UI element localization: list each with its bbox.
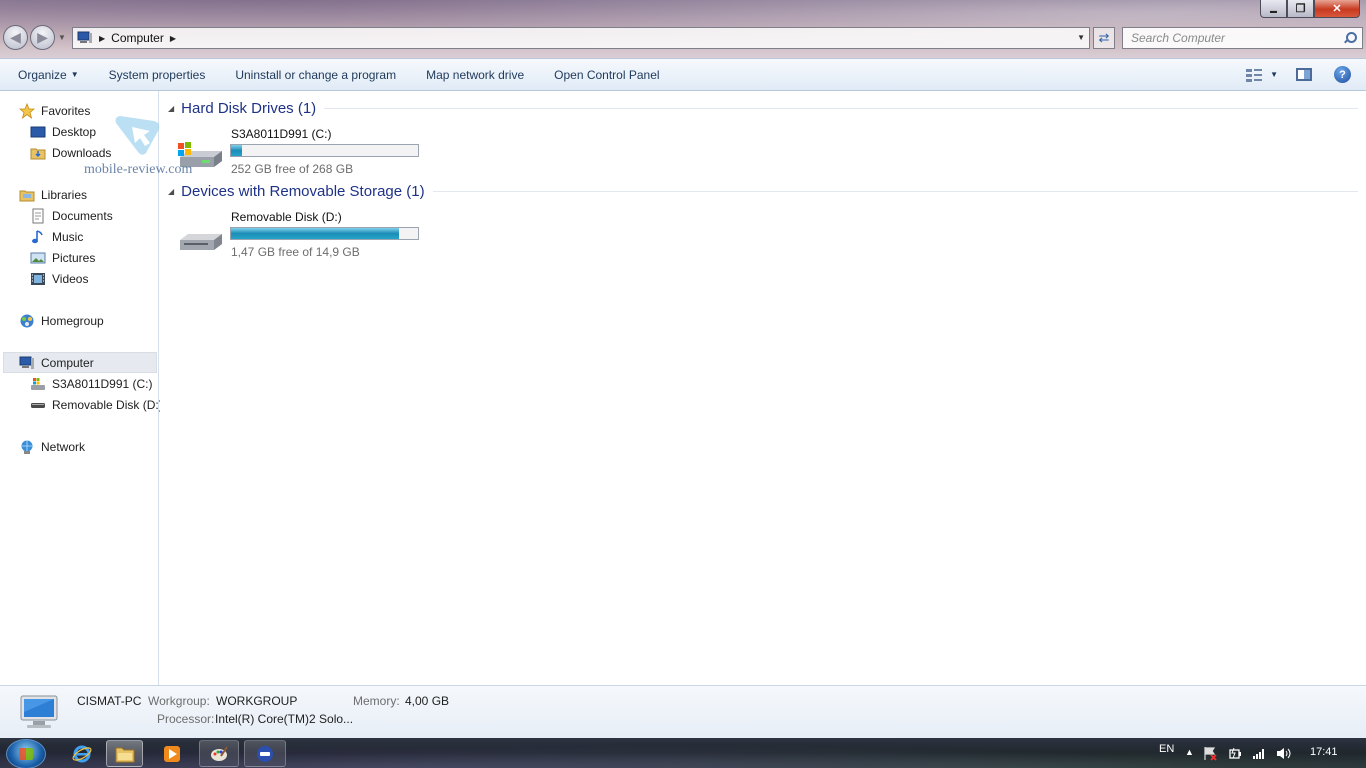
nav-favorites[interactable]: Favorites	[19, 100, 90, 121]
nav-libraries[interactable]: Libraries	[19, 184, 87, 205]
nav-downloads[interactable]: Downloads	[30, 142, 111, 163]
search-icon[interactable]	[1343, 31, 1357, 45]
group-divider	[324, 108, 1358, 109]
close-button[interactable]: ✕	[1314, 0, 1360, 18]
nav-network[interactable]: Network	[19, 436, 85, 457]
uninstall-program-button[interactable]: Uninstall or change a program	[220, 59, 411, 90]
command-bar: Organize ▼ System properties Uninstall or…	[0, 58, 1366, 91]
taskbar-windows-explorer[interactable]	[106, 740, 143, 767]
windows-drive-icon	[30, 376, 46, 392]
nav-documents[interactable]: Documents	[30, 205, 113, 226]
search-input[interactable]: Search Computer	[1122, 27, 1363, 49]
paint-icon	[211, 745, 228, 761]
address-dropdown[interactable]: ▼	[1077, 33, 1085, 42]
media-player-icon	[164, 745, 180, 762]
internet-explorer-icon	[72, 745, 92, 762]
group-hard-disk-drives[interactable]: ◢ Hard Disk Drives (1)	[168, 100, 1358, 117]
removable-drive-icon	[180, 234, 222, 250]
taskbar: EN ▲ 17:41	[0, 738, 1366, 768]
start-button[interactable]	[6, 739, 46, 768]
computer-icon	[19, 355, 35, 371]
taskbar-paint[interactable]	[199, 740, 239, 767]
address-bar[interactable]: ▶ Computer ▶ ▼	[72, 27, 1090, 49]
taskbar-media-player[interactable]	[152, 740, 192, 767]
breadcrumb-separator[interactable]: ▶	[170, 34, 176, 43]
nav-homegroup[interactable]: Homegroup	[19, 310, 104, 331]
star-icon	[19, 102, 35, 119]
view-tools: ▼ ?	[1246, 59, 1366, 90]
libraries-icon	[19, 187, 35, 203]
pictures-icon	[30, 250, 46, 266]
documents-icon	[30, 208, 46, 224]
system-tray: EN ▲ 17:41	[1146, 738, 1366, 768]
removable-drive-icon	[30, 397, 46, 413]
forward-button[interactable]: ▶	[30, 25, 55, 50]
language-indicator[interactable]: EN	[1159, 743, 1174, 755]
music-icon	[30, 229, 46, 245]
downloads-folder-icon	[30, 145, 46, 161]
breadcrumb-computer[interactable]: Computer	[111, 31, 164, 45]
signal-strength-icon[interactable]	[1252, 746, 1267, 761]
open-control-panel-button[interactable]: Open Control Panel	[539, 59, 674, 90]
usage-bar	[230, 227, 419, 240]
drive-tile[interactable]: S3A8011D991 (C:) 252 GB free of 268 GB	[176, 125, 436, 179]
refresh-icon: ⇄	[1098, 30, 1110, 45]
collapse-triangle-icon[interactable]: ◢	[168, 104, 174, 113]
chevron-down-icon: ▼	[70, 70, 79, 79]
help-icon[interactable]: ?	[1334, 66, 1351, 83]
nav-computer[interactable]: Computer	[3, 352, 157, 373]
preview-pane-icon[interactable]	[1296, 68, 1312, 81]
map-network-drive-button[interactable]: Map network drive	[411, 59, 539, 90]
refresh-button[interactable]: ⇄	[1093, 27, 1115, 49]
network-icon	[19, 439, 35, 455]
taskbar-internet-explorer[interactable]	[62, 740, 102, 767]
app-icon	[257, 745, 273, 762]
volume-icon[interactable]	[1276, 746, 1292, 761]
organize-button[interactable]: Organize ▼	[0, 59, 94, 90]
collapse-triangle-icon[interactable]: ◢	[168, 187, 174, 196]
view-options-dropdown[interactable]: ▼	[1270, 70, 1278, 79]
nav-videos[interactable]: Videos	[30, 268, 88, 289]
homegroup-icon	[19, 313, 35, 329]
videos-icon	[30, 271, 46, 287]
windows-explorer-icon	[115, 747, 134, 762]
clock[interactable]: 17:41	[1310, 746, 1338, 758]
recent-pages-dropdown[interactable]: ▼	[58, 33, 66, 42]
group-removable-storage[interactable]: ◢ Devices with Removable Storage (1)	[168, 183, 1358, 200]
breadcrumb-separator[interactable]: ▶	[99, 34, 105, 43]
watermark-logo	[115, 116, 160, 155]
usage-fill	[231, 228, 400, 239]
navigation-pane: Favorites Desktop Downloads Libraries Do…	[0, 91, 163, 685]
maximize-button[interactable]: ❐	[1287, 0, 1314, 18]
arrow-right-icon: ▶	[37, 29, 48, 45]
content-pane: ◢ Hard Disk Drives (1) S3A8011D991 (C:) …	[160, 91, 1366, 685]
drive-tile[interactable]: Removable Disk (D:) 1,47 GB free of 14,9…	[176, 208, 436, 262]
details-pane: CISMAT-PC Workgroup: WORKGROUP Memory: 4…	[0, 685, 1366, 738]
nav-music[interactable]: Music	[30, 226, 83, 247]
usage-bar	[230, 144, 419, 157]
desktop-icon	[30, 124, 46, 140]
taskbar-app[interactable]	[244, 740, 286, 767]
change-view-icon[interactable]	[1246, 68, 1264, 82]
nav-desktop[interactable]: Desktop	[30, 121, 96, 142]
nav-drive-d[interactable]: Removable Disk (D:)	[30, 394, 163, 415]
nav-pictures[interactable]: Pictures	[30, 247, 95, 268]
navigation-buttons: ◀ ▶ ▼	[3, 25, 66, 50]
usage-fill	[231, 145, 243, 156]
nav-drive-c[interactable]: S3A8011D991 (C:)	[30, 373, 153, 394]
action-center-icon[interactable]	[1203, 746, 1218, 761]
back-button[interactable]: ◀	[3, 25, 28, 50]
power-icon[interactable]	[1228, 746, 1243, 761]
computer-icon	[77, 31, 92, 43]
window-controls: ▬ ❐ ✕	[1260, 0, 1360, 18]
group-divider	[432, 191, 1358, 192]
minimize-button[interactable]: ▬	[1260, 0, 1287, 18]
show-hidden-icons-button[interactable]: ▲	[1185, 747, 1194, 757]
computer-icon	[20, 695, 58, 728]
search-placeholder[interactable]: Search Computer	[1131, 31, 1343, 45]
arrow-left-icon: ◀	[10, 29, 21, 45]
system-properties-button[interactable]: System properties	[94, 59, 221, 90]
